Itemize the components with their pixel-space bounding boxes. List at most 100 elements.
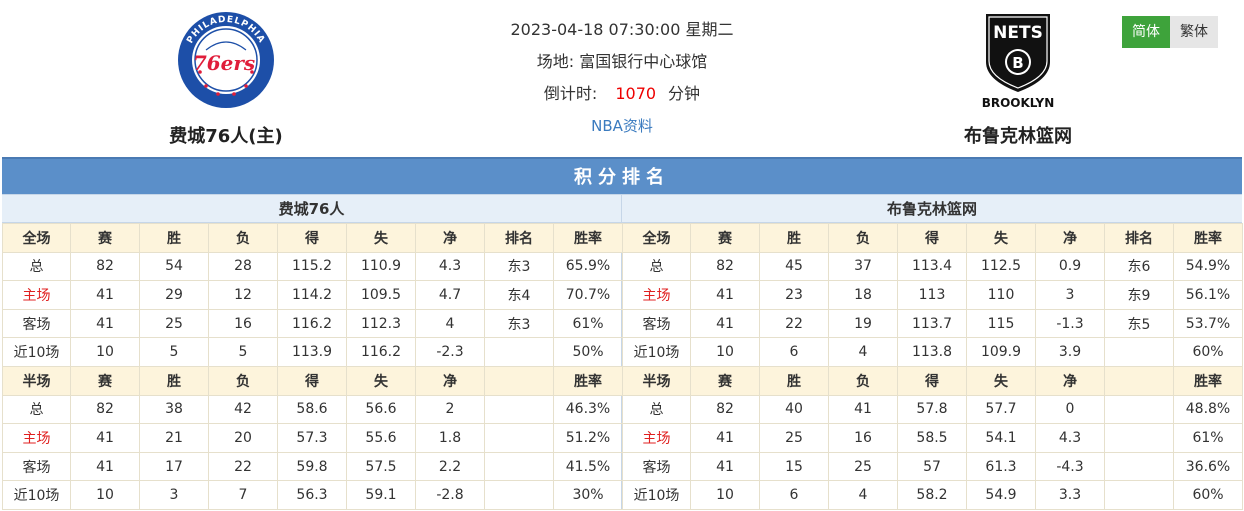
table-cell: 61.3 bbox=[966, 451, 1036, 482]
away-team[interactable]: NETS B BROOKLYN 布鲁克林篮网 bbox=[918, 10, 1118, 148]
table-cell: 114.2 bbox=[277, 280, 347, 310]
table-header-cell: 净 bbox=[415, 365, 485, 396]
table-header-cell: 得 bbox=[897, 223, 967, 253]
table-cell: 58.5 bbox=[897, 423, 967, 453]
table-header-row: 全场赛胜负得失净排名 胜率 bbox=[622, 223, 1243, 253]
table-cell: 41 bbox=[690, 308, 760, 339]
table-cell: 总 bbox=[2, 251, 71, 282]
table-cell: 110.9 bbox=[346, 251, 416, 282]
table-header-cell: 胜率 bbox=[1173, 223, 1243, 253]
table-row: 总 82 38 42 58.6 56.6 2 46.3% bbox=[2, 394, 623, 425]
table-cell: 61% bbox=[553, 308, 623, 339]
table-row: 客场 41 25 16 116.2 112.3 4 东3 61% bbox=[2, 308, 623, 339]
table-header-cell: 胜率 bbox=[553, 365, 623, 396]
table-cell bbox=[484, 451, 554, 482]
match-info: 2023-04-18 07:30:00 星期二 场地: 富国银行中心球馆 倒计时… bbox=[472, 14, 772, 142]
table-row: 主场 41 23 18 113 110 3 东9 56.1% bbox=[622, 280, 1243, 310]
table-cell: 112.5 bbox=[966, 251, 1036, 282]
table-header-cell: 失 bbox=[966, 365, 1036, 396]
table-cell: 1.8 bbox=[415, 423, 485, 453]
table-cell: 82 bbox=[690, 394, 760, 425]
nets-logo-icon[interactable]: NETS B BROOKLYN bbox=[968, 10, 1068, 110]
table-cell: 25 bbox=[828, 451, 898, 482]
traditional-chinese-button[interactable]: 繁体 bbox=[1170, 16, 1218, 48]
simplified-chinese-button[interactable]: 简体 bbox=[1122, 16, 1170, 48]
table-header-cell bbox=[1104, 365, 1174, 396]
nba-info-link[interactable]: NBA资料 bbox=[591, 117, 653, 135]
table-cell: 57.5 bbox=[346, 451, 416, 482]
table-cell: 65.9% bbox=[553, 251, 623, 282]
table-row: 主场 41 29 12 114.2 109.5 4.7 东4 70.7% bbox=[2, 280, 623, 310]
table-cell: 0 bbox=[1035, 394, 1105, 425]
table-header-cell: 得 bbox=[897, 365, 967, 396]
table-cell: 41 bbox=[70, 451, 140, 482]
table-cell: 4.3 bbox=[1035, 423, 1105, 453]
table-cell: 近10场 bbox=[622, 337, 691, 367]
table-cell: 55.6 bbox=[346, 423, 416, 453]
home-team-name[interactable]: 费城76人(主) bbox=[126, 122, 326, 148]
table-row: 客场 41 22 19 113.7 115 -1.3 东5 53.7% bbox=[622, 308, 1243, 339]
table-cell: 20 bbox=[208, 423, 278, 453]
table-cell: 0.9 bbox=[1035, 251, 1105, 282]
table-cell: 3 bbox=[139, 480, 209, 510]
table-cell: 15 bbox=[759, 451, 829, 482]
table-cell: 57.3 bbox=[277, 423, 347, 453]
home-team[interactable]: PHILADELPHIA 76ers 费城76人(主) bbox=[126, 10, 326, 148]
table-cell: 41 bbox=[70, 308, 140, 339]
table-row: 近10场 10 3 7 56.3 59.1 -2.8 30% bbox=[2, 480, 623, 510]
table-cell: 总 bbox=[622, 394, 691, 425]
table-cell: 客场 bbox=[2, 308, 71, 339]
standings-table: 全场赛胜负得失净排名 胜率总 82 54 28 115.2 110.9 4.3 东3 65.9% 主… bbox=[2, 223, 623, 510]
table-cell: 57 bbox=[897, 451, 967, 482]
table-cell: 109.9 bbox=[966, 337, 1036, 367]
table-cell: 3 bbox=[1035, 280, 1105, 310]
table-header-cell: 胜率 bbox=[1173, 365, 1243, 396]
table-cell: 10 bbox=[690, 480, 760, 510]
table-cell: 4 bbox=[828, 337, 898, 367]
table-cell bbox=[1104, 451, 1174, 482]
table-cell: 58.2 bbox=[897, 480, 967, 510]
table-cell: 3.3 bbox=[1035, 480, 1105, 510]
table-header-row: 半场赛胜负得失净 胜率 bbox=[622, 365, 1243, 396]
table-cell: 22 bbox=[759, 308, 829, 339]
table-cell: 4 bbox=[828, 480, 898, 510]
table-cell: 客场 bbox=[2, 451, 71, 482]
table-cell: 46.3% bbox=[553, 394, 623, 425]
table-cell bbox=[484, 423, 554, 453]
table-cell: 23 bbox=[759, 280, 829, 310]
table-header-cell: 得 bbox=[277, 223, 347, 253]
table-cell: 6 bbox=[759, 480, 829, 510]
table-cell: 54 bbox=[139, 251, 209, 282]
table-cell: -4.3 bbox=[1035, 451, 1105, 482]
table-row: 总 82 40 41 57.8 57.7 0 48.8% bbox=[622, 394, 1243, 425]
table-header-cell: 负 bbox=[828, 365, 898, 396]
table-cell: 38 bbox=[139, 394, 209, 425]
table-cell: 10 bbox=[690, 337, 760, 367]
table-cell bbox=[484, 394, 554, 425]
table-cell: 41 bbox=[828, 394, 898, 425]
table-cell: 42 bbox=[208, 394, 278, 425]
76ers-logo-text: 76ers bbox=[193, 51, 255, 75]
76ers-logo-icon[interactable]: PHILADELPHIA 76ers bbox=[176, 10, 276, 110]
table-cell: 22 bbox=[208, 451, 278, 482]
table-cell: 4.3 bbox=[415, 251, 485, 282]
table-cell: 4.7 bbox=[415, 280, 485, 310]
table-header-row: 半场赛胜负得失净 胜率 bbox=[2, 365, 623, 396]
away-team-name[interactable]: 布鲁克林篮网 bbox=[918, 122, 1118, 148]
table-cell: 115.2 bbox=[277, 251, 347, 282]
table-cell: 10 bbox=[70, 480, 140, 510]
table-cell: 70.7% bbox=[553, 280, 623, 310]
table-cell: 东3 bbox=[484, 251, 554, 282]
table-cell: 109.5 bbox=[346, 280, 416, 310]
match-venue: 场地: 富国银行中心球馆 bbox=[536, 52, 708, 71]
table-cell: 2 bbox=[415, 394, 485, 425]
table-cell: 近10场 bbox=[2, 337, 71, 367]
table-header-cell: 失 bbox=[346, 365, 416, 396]
table-cell: 16 bbox=[208, 308, 278, 339]
table-cell: -2.3 bbox=[415, 337, 485, 367]
table-cell bbox=[484, 480, 554, 510]
table-header-cell: 赛 bbox=[690, 223, 760, 253]
table-cell: 51.2% bbox=[553, 423, 623, 453]
table-cell: 4 bbox=[415, 308, 485, 339]
table-cell bbox=[484, 337, 554, 367]
